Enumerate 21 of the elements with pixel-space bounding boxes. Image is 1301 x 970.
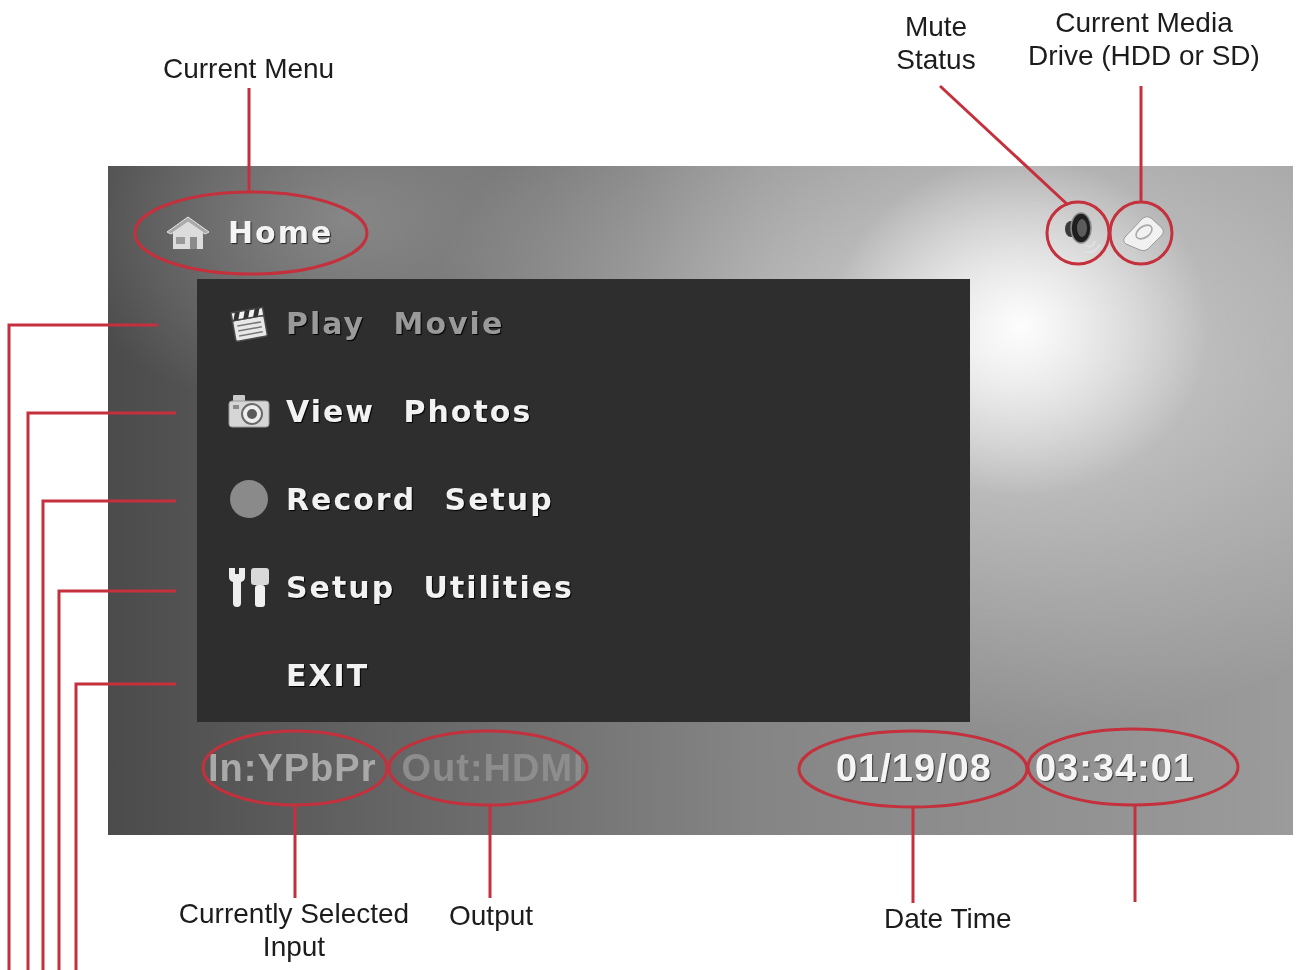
callout-label: Current Media Drive (HDD or SD) <box>1027 6 1261 72</box>
menu-item[interactable]: Setup Utilities <box>228 543 970 631</box>
house-icon <box>165 215 211 251</box>
highlight-ellipse <box>1045 200 1111 266</box>
callout-label: Currently Selected Input <box>177 897 411 963</box>
date-label: 01/19/08 <box>835 748 992 788</box>
time-label: 03:34:01 <box>1034 748 1195 788</box>
menu-item[interactable]: EXIT <box>228 631 970 719</box>
drive-icon <box>1120 213 1166 253</box>
callout-label: Current Menu <box>163 52 335 85</box>
highlight-ellipse <box>1108 200 1174 266</box>
callout-label: Date Time <box>884 902 1012 935</box>
dot-icon <box>229 479 269 519</box>
menu-title: Home <box>228 214 334 252</box>
camera-icon <box>227 393 271 429</box>
callout-label: Mute Status <box>895 10 977 76</box>
input-label: In:YPbPr <box>208 748 377 788</box>
tools-icon <box>227 566 271 608</box>
callout-label: Output <box>449 899 534 932</box>
menu-item[interactable]: Record Setup <box>228 455 970 543</box>
menu-item[interactable]: View Photos <box>228 367 970 455</box>
